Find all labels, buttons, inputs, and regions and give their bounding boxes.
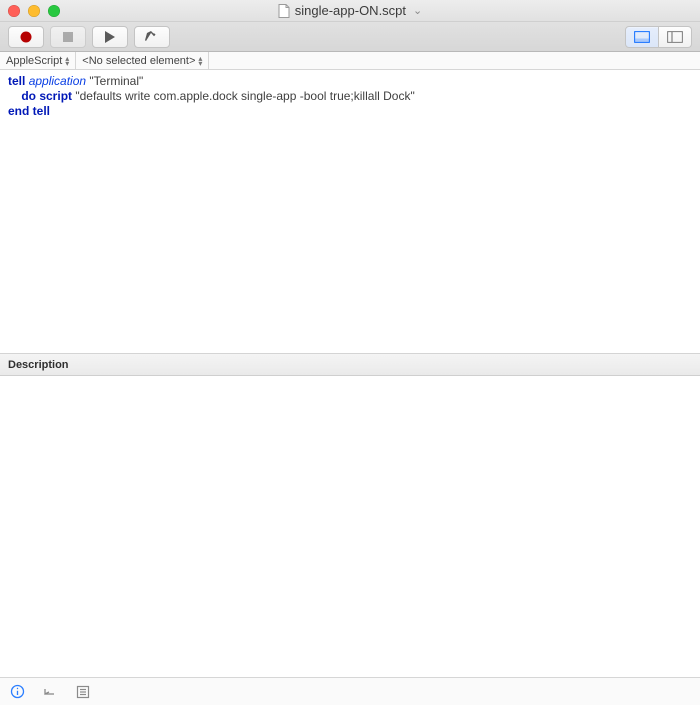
updown-icon: ▴▾ — [65, 56, 69, 66]
stop-icon — [63, 32, 73, 42]
log-icon[interactable] — [76, 685, 90, 699]
show-editor-button[interactable] — [625, 26, 659, 48]
view-segmented-control — [625, 26, 692, 48]
traffic-lights — [8, 5, 60, 17]
string-terminal: "Terminal" — [89, 74, 143, 88]
zoom-window-button[interactable] — [48, 5, 60, 17]
log-pane-icon — [667, 31, 683, 43]
language-label: AppleScript — [6, 55, 62, 67]
show-log-button[interactable] — [659, 26, 692, 48]
navigation-bar: AppleScript ▴▾ <No selected element> ▴▾ — [0, 52, 700, 70]
keyword-do-script: do script — [21, 89, 72, 103]
keyword-tell: tell — [8, 74, 25, 88]
description-header: Description — [0, 354, 700, 376]
close-window-button[interactable] — [8, 5, 20, 17]
string-command: "defaults write com.apple.dock single-ap… — [75, 89, 414, 103]
description-area[interactable] — [0, 376, 700, 677]
window-title-text: single-app-ON.scpt — [295, 3, 406, 18]
play-icon — [105, 31, 115, 43]
class-application: application — [29, 74, 86, 88]
description-label: Description — [8, 359, 69, 371]
updown-icon: ▴▾ — [198, 56, 202, 66]
script-editor[interactable]: tell application "Terminal" do script "d… — [0, 70, 700, 354]
compile-button[interactable] — [134, 26, 170, 48]
element-label: <No selected element> — [82, 55, 195, 67]
window-titlebar: single-app-ON.scpt ⌄ — [0, 0, 700, 22]
status-bar — [0, 677, 700, 705]
result-icon[interactable] — [43, 684, 58, 699]
keyword-end-tell: end tell — [8, 104, 50, 118]
info-icon[interactable] — [10, 684, 25, 699]
record-icon — [20, 31, 32, 43]
stop-button[interactable] — [50, 26, 86, 48]
editor-pane-icon — [634, 31, 650, 43]
run-button[interactable] — [92, 26, 128, 48]
window-title: single-app-ON.scpt ⌄ — [0, 3, 700, 18]
language-selector[interactable]: AppleScript ▴▾ — [0, 52, 76, 69]
document-icon — [278, 4, 290, 18]
toolbar — [0, 22, 700, 52]
element-selector[interactable]: <No selected element> ▴▾ — [76, 52, 209, 69]
hammer-icon — [145, 30, 159, 44]
minimize-window-button[interactable] — [28, 5, 40, 17]
record-button[interactable] — [8, 26, 44, 48]
title-chevron-icon: ⌄ — [413, 4, 422, 17]
